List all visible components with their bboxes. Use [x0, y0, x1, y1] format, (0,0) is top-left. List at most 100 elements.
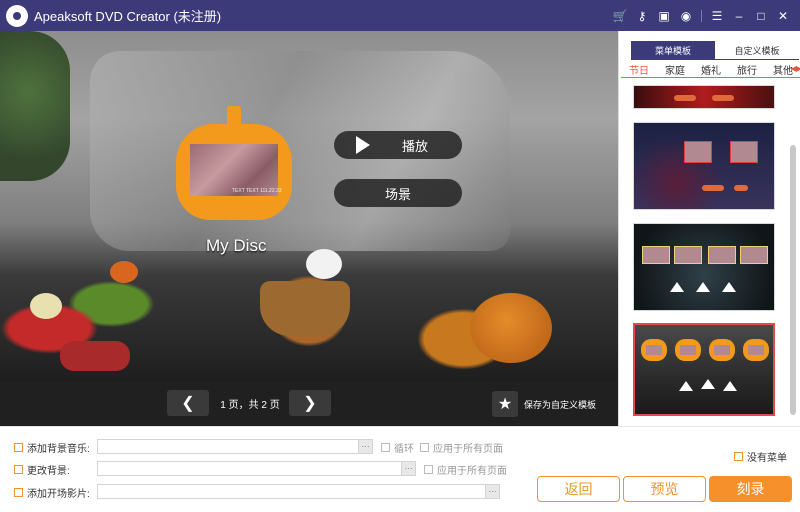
template-mini-pumpkin [675, 339, 701, 361]
template-mini-ornament [679, 381, 693, 391]
bottom-panel: 添加背景音乐: ··· 循环 应用于所有页面 更改背景: ··· 应用于所有页面… [0, 426, 800, 512]
apply-all-music-checkbox[interactable] [420, 443, 429, 452]
template-thumbnail[interactable] [633, 223, 775, 311]
template-mini-frame [674, 246, 702, 264]
change-bg-row: 更改背景: [14, 461, 97, 477]
template-mini-frame [740, 246, 768, 264]
template-tabs: 菜单模板 自定义模板 [631, 41, 799, 60]
opening-row: 添加开场影片: [14, 484, 97, 500]
chevron-left-icon: ❮ [181, 395, 195, 412]
chevron-right-icon: ❯ [303, 395, 317, 412]
close-icon[interactable]: ✕ [772, 5, 794, 27]
pager-bar: ❮ 1 页，共 2 页 ❯ ★ 保存为自定义模板 [0, 381, 618, 426]
template-thumbnail-selected[interactable] [633, 323, 775, 416]
category-family[interactable]: 家庭 [657, 62, 693, 77]
back-button[interactable]: 返回 [537, 476, 620, 502]
background-basket [260, 281, 350, 336]
disc-title[interactable]: My Disc [206, 236, 266, 256]
bg-music-label: 添加背景音乐: [27, 443, 90, 455]
opening-field[interactable]: ··· [97, 484, 500, 499]
template-mini-ornament [670, 282, 684, 292]
background-vegetable [60, 341, 130, 371]
app-logo-icon [6, 4, 28, 27]
scene-label: 场景 [384, 186, 411, 202]
change-bg-checkbox[interactable] [14, 464, 23, 474]
background-vegetable [306, 249, 342, 279]
template-thumbnail[interactable] [633, 85, 775, 109]
save-icon[interactable]: ▣ [653, 5, 675, 27]
template-thumbnail[interactable] [633, 122, 775, 210]
apply-all-bg-checkbox[interactable] [424, 465, 433, 474]
template-mini-ornament [723, 381, 737, 391]
template-mini-button [702, 185, 724, 191]
preview-button[interactable]: 预览 [623, 476, 706, 502]
maximize-icon[interactable]: □ [750, 5, 772, 27]
change-bg-label: 更改背景: [27, 465, 70, 477]
save-as-template-button[interactable]: ★ 保存为自定义模板 [492, 391, 596, 417]
save-template-label: 保存为自定义模板 [524, 399, 597, 410]
no-menu-option: 没有菜单 [734, 449, 787, 464]
scene-button[interactable]: 场景 [334, 179, 462, 207]
bg-music-row: 添加背景音乐: [14, 439, 97, 455]
category-wedding[interactable]: 婚礼 [693, 62, 729, 77]
page-info: 1 页，共 2 页 [220, 400, 280, 411]
template-categories: 节日 家庭 婚礼 旅行 其他 ◀▶ [621, 62, 800, 78]
category-travel[interactable]: 旅行 [729, 62, 765, 77]
template-mini-button [734, 185, 748, 191]
bg-music-field[interactable]: ··· [97, 439, 373, 454]
loop-option: 循环 [381, 440, 414, 455]
template-mini-pumpkin [709, 339, 735, 361]
template-mini-ornament [722, 282, 736, 292]
browse-music-button[interactable]: ··· [358, 440, 372, 453]
template-mini-button [674, 95, 696, 101]
template-mini-frame [708, 246, 736, 264]
burn-button[interactable]: 刻录 [709, 476, 792, 502]
template-mini-ornament [701, 379, 715, 389]
play-icon [356, 136, 370, 154]
background-vegetable [110, 261, 138, 283]
template-mini-frame [730, 141, 758, 163]
template-list [631, 85, 779, 420]
template-mini-ornament [696, 282, 710, 292]
chat-icon[interactable]: ◉ [675, 5, 697, 27]
tab-custom-templates[interactable]: 自定义模板 [715, 41, 799, 60]
loop-checkbox[interactable] [381, 443, 390, 452]
background-vegetable [30, 293, 62, 319]
prev-page-button[interactable]: ❮ [167, 390, 209, 416]
app-title: Apeaksoft DVD Creator (未注册) [34, 9, 222, 24]
opening-label: 添加开场影片: [27, 488, 90, 500]
tab-menu-templates[interactable]: 菜单模板 [631, 41, 715, 60]
no-menu-checkbox[interactable] [734, 452, 743, 461]
background-pumpkin [470, 293, 552, 363]
loop-label: 循环 [394, 444, 414, 455]
play-label: 播放 [402, 138, 429, 154]
scrollbar-thumb[interactable] [790, 145, 796, 415]
template-mini-button [712, 95, 734, 101]
play-button[interactable]: 播放 [334, 131, 462, 159]
menu-preview: TEXT TEXT 111.22.33 My Disc 播放 场景 [0, 31, 618, 381]
minimize-icon[interactable]: – [728, 5, 750, 27]
opening-checkbox[interactable] [14, 487, 23, 497]
change-bg-field[interactable]: ··· [97, 461, 416, 476]
apply-all-bg-option: 应用于所有页面 [424, 462, 507, 477]
apply-all-music-label: 应用于所有页面 [433, 444, 503, 455]
template-scrollbar[interactable] [789, 85, 797, 425]
menu-icon[interactable]: ☰ [706, 5, 728, 27]
titlebar-icons: 🛒 ⚷ ▣ ◉ ☰ – □ ✕ [609, 0, 794, 31]
template-mini-frame [642, 246, 670, 264]
browse-bg-button[interactable]: ··· [401, 462, 415, 475]
cart-icon[interactable]: 🛒 [609, 5, 631, 27]
no-menu-label: 没有菜单 [747, 453, 787, 464]
key-icon[interactable]: ⚷ [631, 5, 653, 27]
title-bar: Apeaksoft DVD Creator (未注册) 🛒 ⚷ ▣ ◉ ☰ – … [0, 0, 800, 31]
apply-all-bg-label: 应用于所有页面 [437, 466, 507, 477]
next-page-button[interactable]: ❯ [289, 390, 331, 416]
apply-all-music-option: 应用于所有页面 [420, 440, 503, 455]
browse-opening-button[interactable]: ··· [485, 485, 499, 498]
category-scroll-arrows-icon[interactable]: ◀▶ [791, 64, 800, 73]
background-plant [0, 31, 70, 181]
bg-music-checkbox[interactable] [14, 442, 23, 452]
template-mini-frame [684, 141, 712, 163]
category-festival[interactable]: 节日 [621, 62, 657, 77]
pumpkin-thumbnail-frame[interactable]: TEXT TEXT 111.22.33 [176, 106, 292, 223]
